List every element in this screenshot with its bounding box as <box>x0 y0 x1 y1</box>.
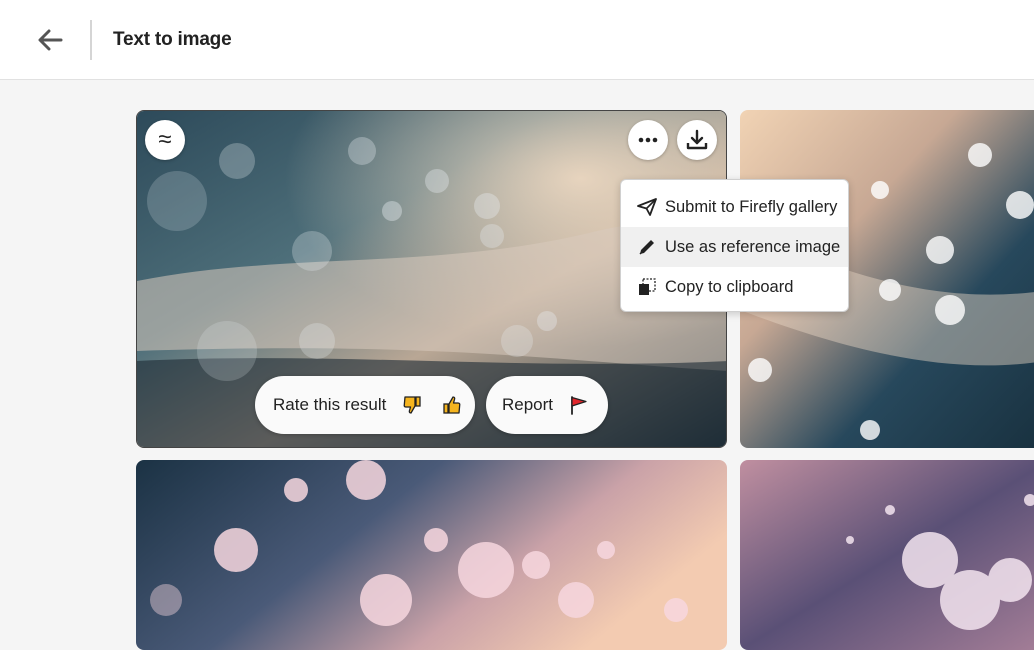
report-label: Report <box>502 395 554 414</box>
menu-item-label: Use as reference image <box>665 237 841 256</box>
arrow-left-icon <box>38 29 63 51</box>
menu-item-submit-gallery[interactable]: Submit to Firefly gallery <box>621 187 848 227</box>
paper-plane-icon <box>636 196 658 218</box>
page-title: Text to image <box>113 29 232 50</box>
pencil-icon <box>636 236 658 258</box>
more-options-menu: Submit to Firefly gallery Use as referen… <box>620 179 849 312</box>
flag-icon <box>567 393 591 417</box>
more-dots-icon <box>638 137 658 143</box>
menu-item-use-reference[interactable]: Use as reference image <box>621 227 848 267</box>
generated-image-card[interactable] <box>740 460 1034 650</box>
approx-equal-icon: ≈ <box>158 126 172 153</box>
generated-image-card[interactable] <box>136 460 727 650</box>
report-pill[interactable]: Report <box>486 376 608 434</box>
more-options-button[interactable] <box>628 120 668 160</box>
thumbs-down-icon <box>403 396 422 414</box>
download-icon <box>686 129 708 150</box>
top-bar: Text to image <box>0 0 1034 80</box>
menu-item-label: Submit to Firefly gallery <box>665 197 838 216</box>
menu-item-label: Copy to clipboard <box>665 277 794 296</box>
download-button[interactable] <box>677 120 717 160</box>
generated-image <box>740 460 1034 650</box>
header-divider <box>90 20 92 60</box>
rate-label: Rate this result <box>273 395 387 414</box>
generated-image <box>136 460 727 650</box>
thumbs-down-button[interactable] <box>400 393 424 417</box>
variations-button[interactable]: ≈ <box>145 120 185 160</box>
copy-icon <box>636 276 658 298</box>
rate-result-pill: Rate this result <box>255 376 475 434</box>
thumbs-up-icon <box>443 396 461 414</box>
menu-item-copy-clipboard[interactable]: Copy to clipboard <box>621 267 848 307</box>
thumbs-up-button[interactable] <box>440 393 464 417</box>
back-button[interactable] <box>34 24 66 56</box>
